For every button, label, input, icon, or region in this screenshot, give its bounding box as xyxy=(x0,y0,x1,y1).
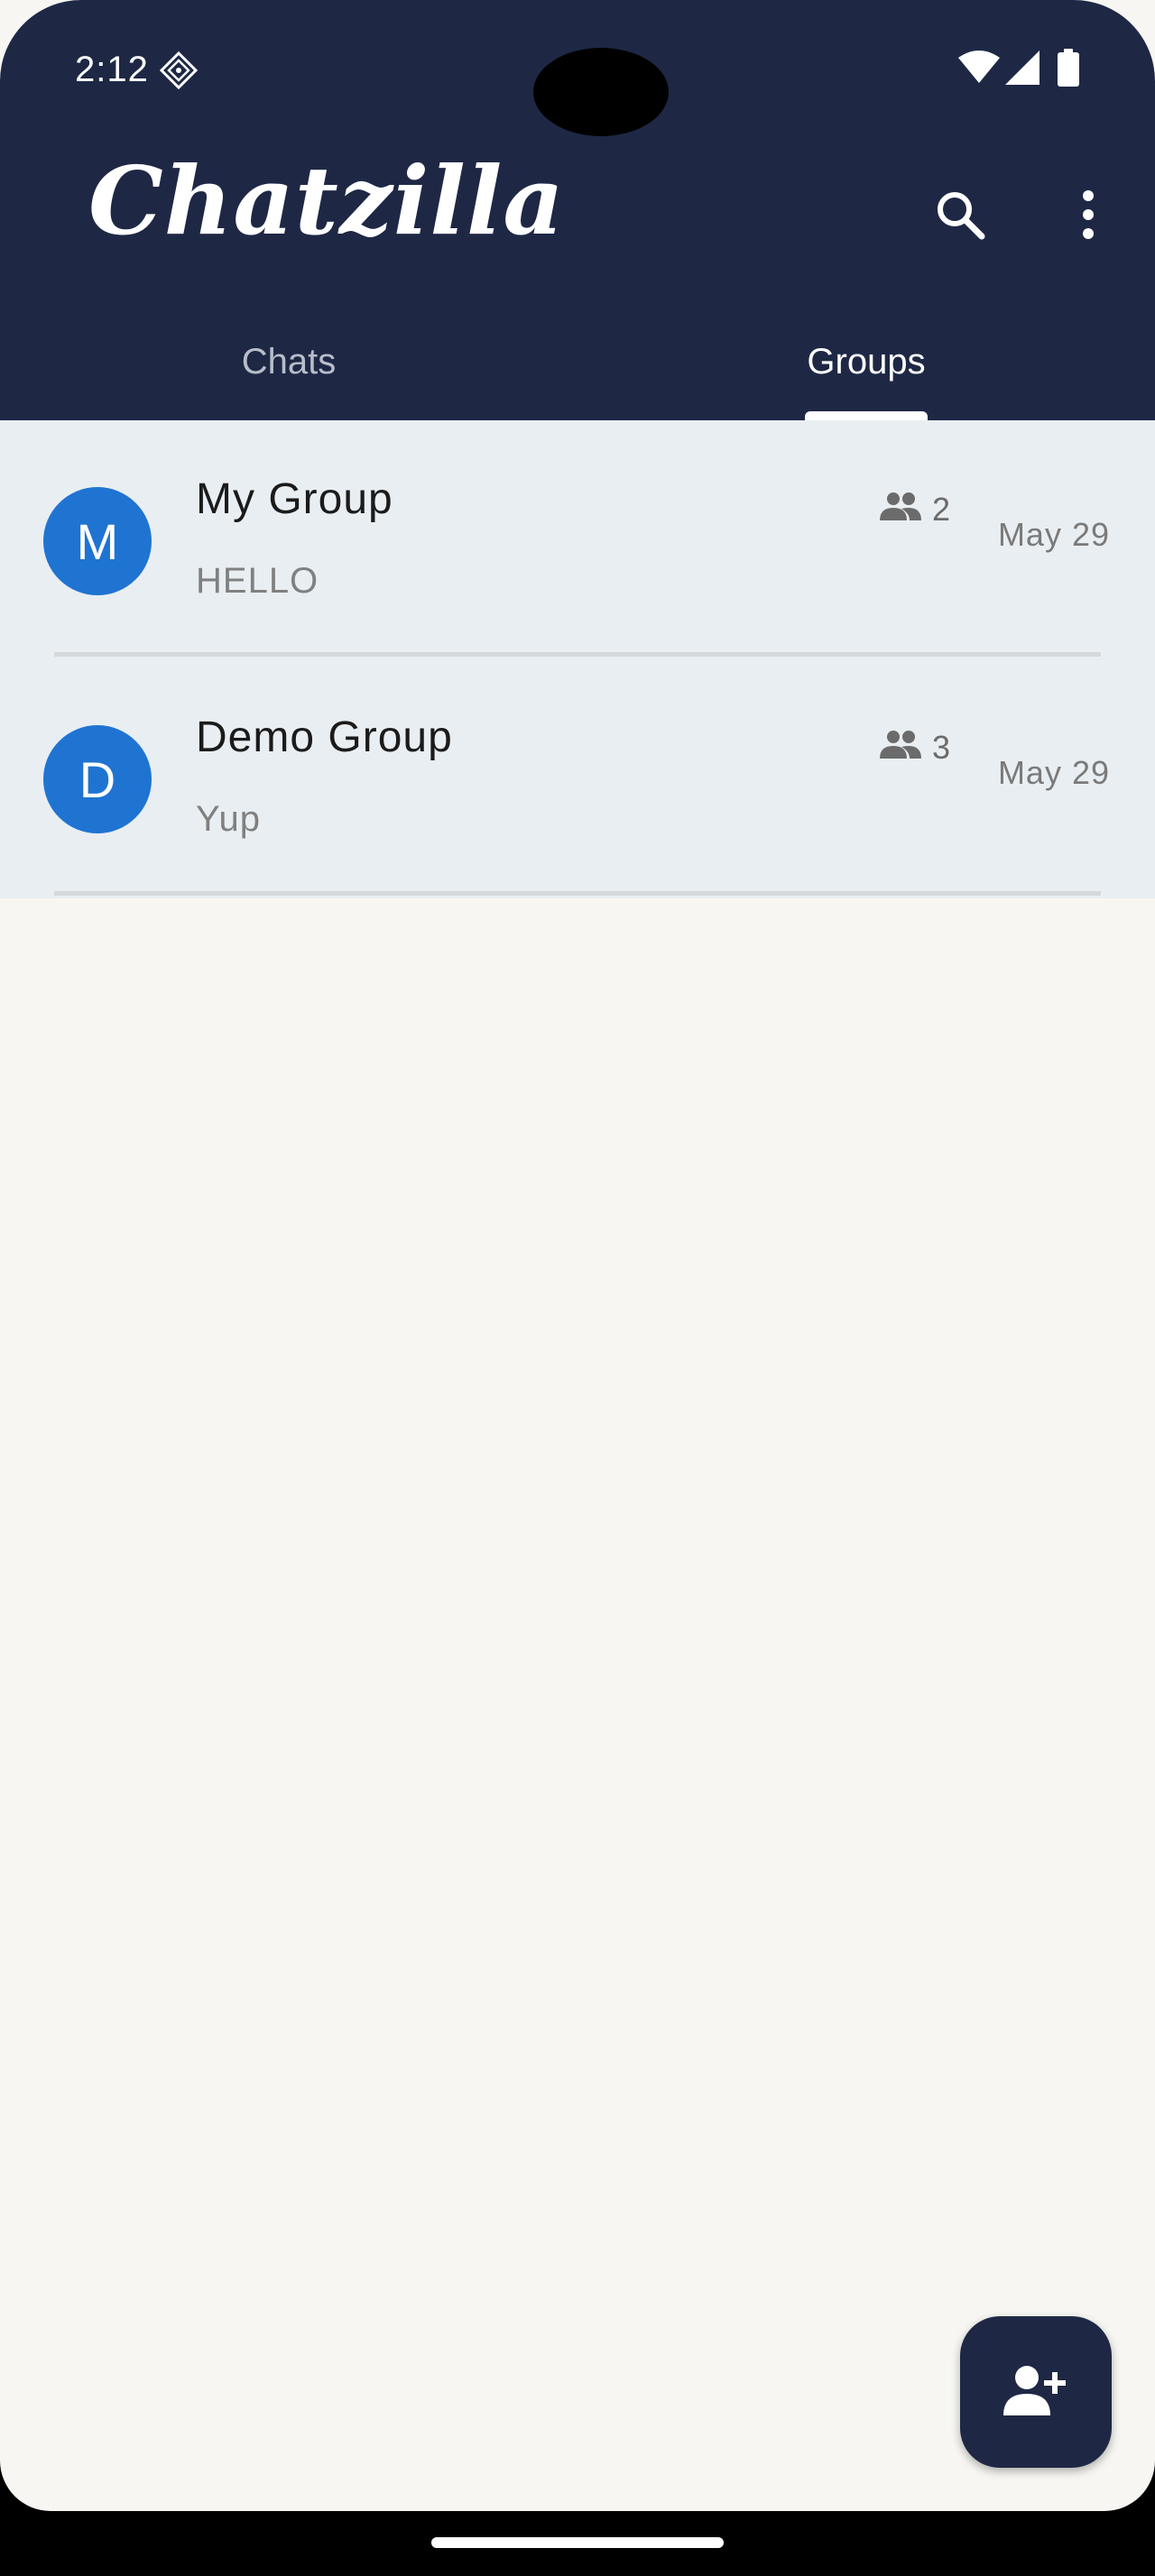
avatar: D xyxy=(43,725,152,833)
wifi-icon xyxy=(958,51,1000,87)
message-date: May 29 xyxy=(997,516,1110,553)
message-date: May 29 xyxy=(997,754,1110,791)
signal-icon xyxy=(1005,51,1040,89)
app-screen: 2:12 Chatzilla Chats Groups M My Group H… xyxy=(0,0,1155,2511)
battery-icon xyxy=(1058,49,1079,91)
last-message: Yup xyxy=(196,799,261,839)
add-person-icon xyxy=(1000,2363,1072,2422)
tab-bar: Chats Groups xyxy=(0,303,1155,420)
app-title: Chatzilla xyxy=(88,145,565,256)
avatar: M xyxy=(43,487,152,595)
more-options-button[interactable] xyxy=(1070,180,1106,253)
list-item[interactable]: D Demo Group Yup 3 May 29 xyxy=(0,658,1155,897)
divider xyxy=(54,652,1101,657)
tab-chats[interactable]: Chats xyxy=(0,303,578,420)
group-list: M My Group HELLO 2 May 29 D Demo Group Y… xyxy=(0,420,1155,898)
status-time: 2:12 xyxy=(75,50,149,89)
member-count: 2 xyxy=(880,491,950,529)
tab-groups[interactable]: Groups xyxy=(578,303,1155,420)
camera-cutout xyxy=(533,48,669,136)
status-notification-icon xyxy=(159,51,199,95)
tab-indicator xyxy=(805,411,928,420)
member-count-value: 2 xyxy=(932,491,951,528)
new-group-button[interactable] xyxy=(960,2316,1112,2468)
divider xyxy=(54,891,1101,896)
group-name: Demo Group xyxy=(196,713,453,761)
more-vert-icon xyxy=(1082,189,1095,244)
people-icon xyxy=(880,729,921,767)
last-message: HELLO xyxy=(196,561,319,601)
home-indicator[interactable] xyxy=(431,2537,724,2548)
list-item[interactable]: M My Group HELLO 2 May 29 xyxy=(0,420,1155,658)
app-bar: 2:12 Chatzilla Chats Groups xyxy=(0,0,1155,420)
group-name: My Group xyxy=(196,475,393,523)
member-count-value: 3 xyxy=(932,729,951,766)
people-icon xyxy=(880,491,921,529)
search-icon xyxy=(933,188,987,246)
search-button[interactable] xyxy=(924,180,996,253)
member-count: 3 xyxy=(880,729,950,767)
